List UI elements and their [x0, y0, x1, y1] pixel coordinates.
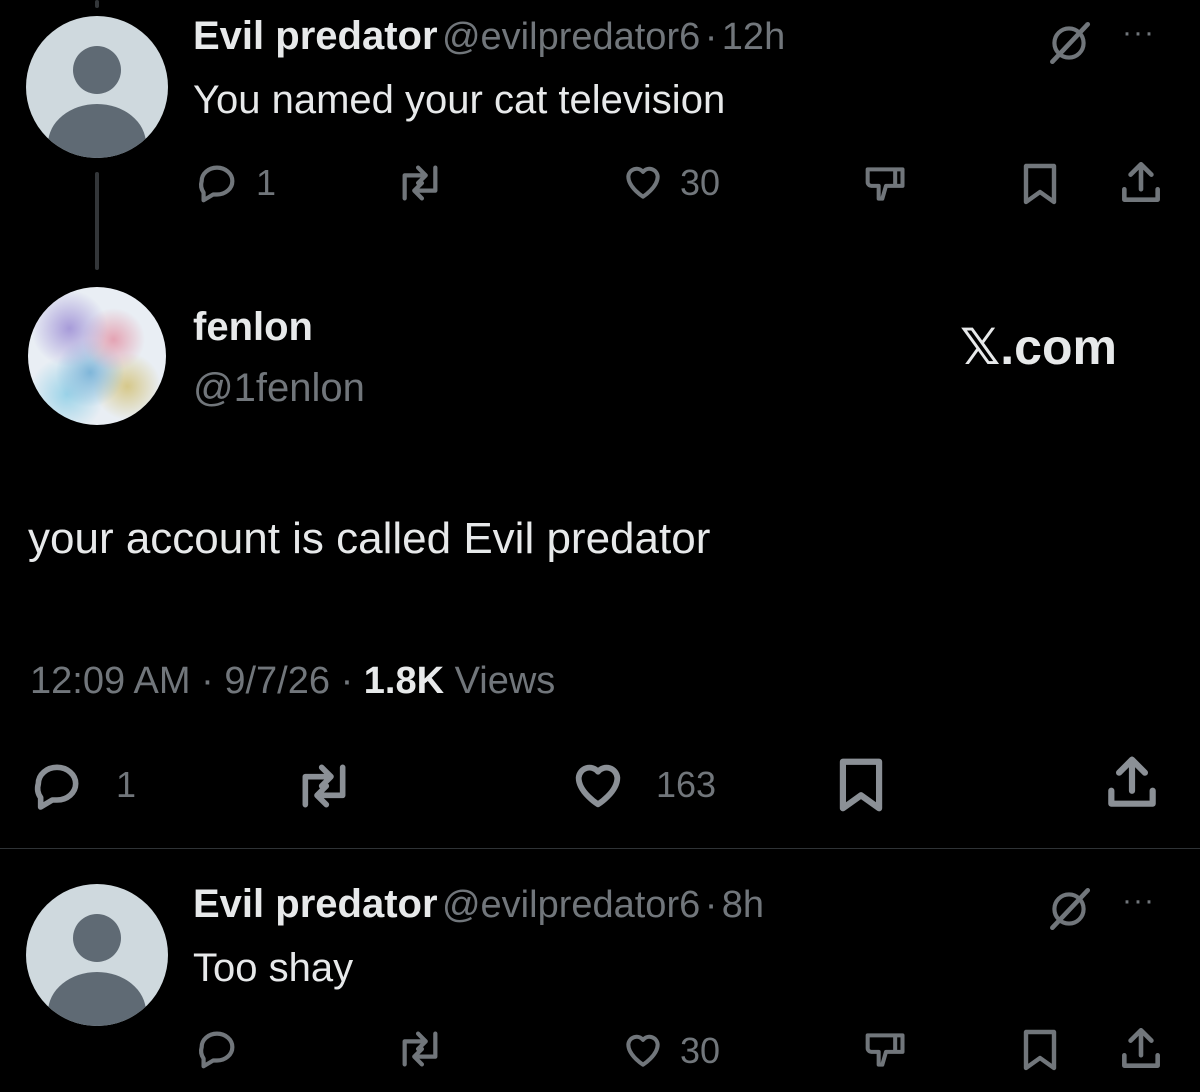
- display-name[interactable]: Evil predator: [193, 882, 438, 926]
- bookmark-icon[interactable]: [1018, 160, 1062, 208]
- reply-icon[interactable]: [194, 160, 240, 206]
- avatar-body: [48, 972, 146, 1026]
- avatar-head: [73, 46, 121, 94]
- timestamp[interactable]: 12h: [722, 16, 785, 58]
- like-icon[interactable]: [620, 1028, 666, 1072]
- grok-icon[interactable]: [1044, 884, 1094, 934]
- avatar[interactable]: [28, 287, 166, 425]
- reply-count: 1: [116, 764, 137, 805]
- divider: [0, 848, 1200, 849]
- like-count: 30: [680, 1030, 721, 1071]
- dislike-icon[interactable]: [862, 1028, 910, 1072]
- tweet-header: Evil predator @evilpredator6 · 8h: [193, 882, 764, 927]
- reply-count: 1: [256, 162, 277, 203]
- like-icon[interactable]: [620, 160, 666, 204]
- timestamp[interactable]: 12:09 AM: [30, 660, 191, 702]
- separator: ·: [704, 16, 718, 58]
- more-icon[interactable]: ···: [1122, 16, 1155, 50]
- watermark: 𝕏.com: [960, 319, 1117, 375]
- more-icon[interactable]: ···: [1122, 884, 1155, 918]
- display-name[interactable]: Evil predator: [193, 14, 438, 58]
- share-icon[interactable]: [1116, 1024, 1166, 1074]
- thread-line: [95, 172, 99, 270]
- tweet-header: Evil predator @evilpredator6 · 12h: [193, 14, 785, 59]
- handle[interactable]: @evilpredator6: [442, 16, 700, 58]
- like-count: 163: [656, 764, 717, 805]
- display-name[interactable]: fenlon: [193, 305, 313, 350]
- date[interactable]: 9/7/26: [224, 660, 330, 702]
- tweet-meta: 12:09 AM · 9/7/26 · 1.8K Views: [30, 660, 555, 703]
- retweet-icon[interactable]: [292, 758, 356, 814]
- share-icon[interactable]: [1100, 752, 1164, 814]
- tweet-text: Too shay: [193, 946, 354, 990]
- retweet-icon[interactable]: [395, 1026, 445, 1072]
- views-count[interactable]: 1.8K: [364, 660, 444, 702]
- tweet-text: You named your cat television: [193, 78, 726, 122]
- avatar[interactable]: [26, 16, 168, 158]
- like-count: 30: [680, 162, 721, 203]
- avatar-head: [73, 914, 121, 962]
- share-icon[interactable]: [1116, 158, 1166, 208]
- separator: ·: [201, 660, 214, 702]
- like-icon[interactable]: [566, 756, 630, 814]
- bookmark-icon[interactable]: [1018, 1026, 1062, 1074]
- timestamp[interactable]: 8h: [722, 884, 764, 926]
- handle[interactable]: @1fenlon: [193, 366, 365, 411]
- avatar[interactable]: [26, 884, 168, 1026]
- reply-icon[interactable]: [194, 1026, 240, 1072]
- grok-icon[interactable]: [1044, 18, 1094, 68]
- retweet-icon[interactable]: [395, 160, 445, 206]
- bookmark-icon[interactable]: [832, 754, 890, 816]
- separator: ·: [704, 884, 718, 926]
- tweet-text: your account is called Evil predator: [28, 514, 711, 563]
- handle[interactable]: @evilpredator6: [442, 884, 700, 926]
- views-label: Views: [454, 660, 556, 702]
- separator: ·: [340, 660, 354, 702]
- avatar-body: [48, 104, 146, 158]
- thread-line-top: [95, 0, 99, 8]
- reply-icon[interactable]: [28, 758, 86, 814]
- dislike-icon[interactable]: [862, 162, 910, 206]
